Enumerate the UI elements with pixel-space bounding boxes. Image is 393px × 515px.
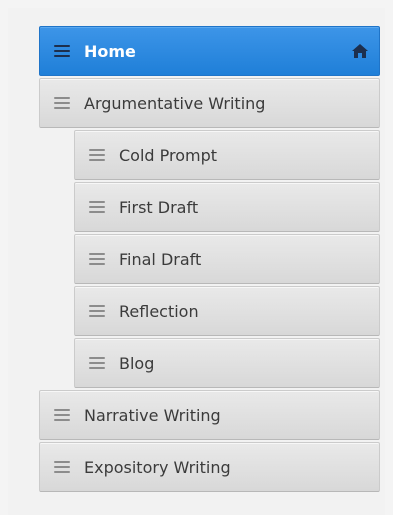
nav-item-argumentative-writing[interactable]: Argumentative Writing [39,78,380,128]
nav-item-home[interactable]: Home [39,26,380,76]
burger-icon [89,149,105,161]
nav-item-label: Cold Prompt [119,145,218,165]
nav-item-label: Argumentative Writing [84,93,266,113]
page: Home Argumentative Writing Cold Prompt F… [0,0,393,515]
nav-item-first-draft[interactable]: First Draft [74,182,380,232]
nav-item-label: Home [84,41,136,61]
burger-icon [54,461,70,473]
burger-icon [54,409,70,421]
nav-item-label: Expository Writing [84,457,231,477]
nav-item-expository-writing[interactable]: Expository Writing [39,442,380,492]
navigation-menu: Home Argumentative Writing Cold Prompt F… [39,26,380,494]
nav-item-label: First Draft [119,197,199,217]
nav-item-final-draft[interactable]: Final Draft [74,234,380,284]
burger-icon [54,97,70,109]
burger-icon [89,253,105,265]
nav-item-reflection[interactable]: Reflection [74,286,380,336]
nav-item-label: Final Draft [119,249,202,269]
burger-icon [89,305,105,317]
burger-icon [54,45,70,57]
nav-item-blog[interactable]: Blog [74,338,380,388]
nav-item-label: Blog [119,353,155,373]
home-icon [352,44,368,58]
nav-item-cold-prompt[interactable]: Cold Prompt [74,130,380,180]
nav-item-label: Reflection [119,301,199,321]
burger-icon [89,201,105,213]
nav-item-narrative-writing[interactable]: Narrative Writing [39,390,380,440]
nav-item-label: Narrative Writing [84,405,221,425]
burger-icon [89,357,105,369]
